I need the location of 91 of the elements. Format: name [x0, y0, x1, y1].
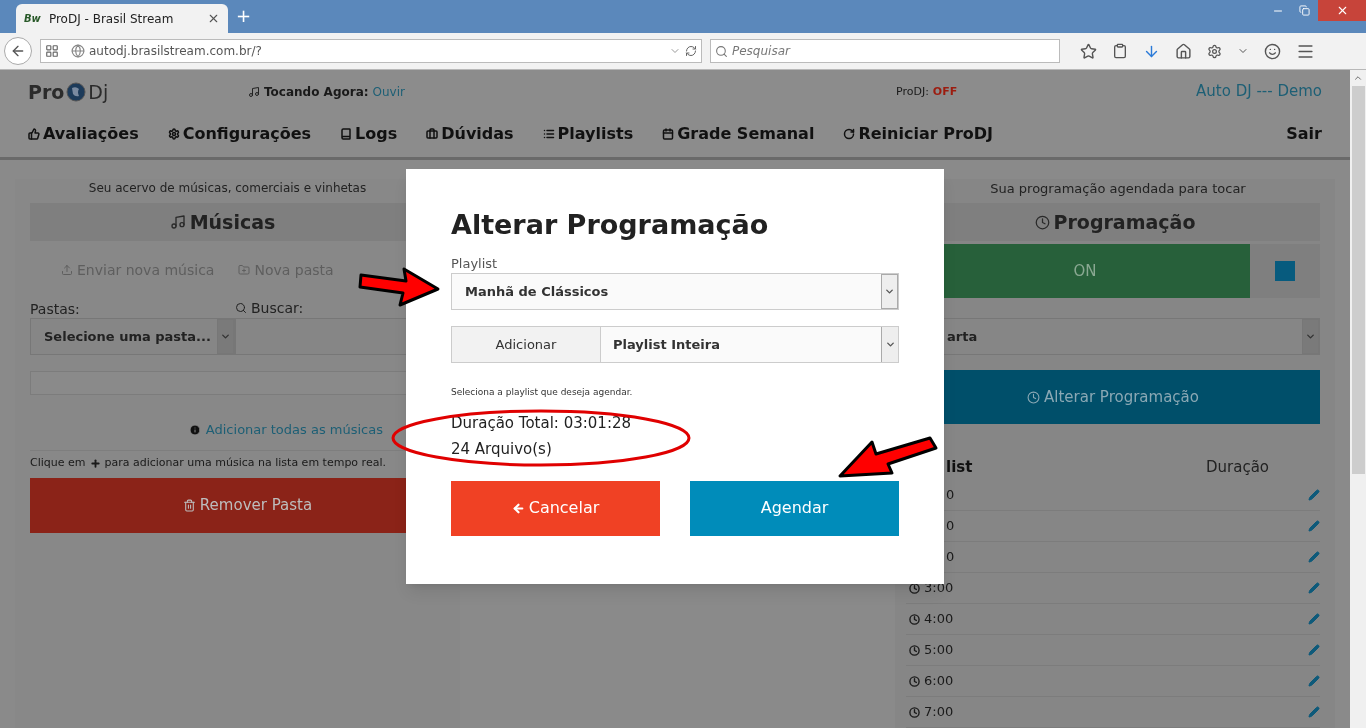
- help-text: Seleciona a playlist que deseja agendar.: [451, 386, 634, 399]
- url-text: autodj.brasilstream.com.br/?: [89, 43, 263, 60]
- logout-link[interactable]: Sair: [1286, 122, 1322, 146]
- hint-text: Clique em: [30, 454, 86, 471]
- hint-text: para adicionar uma música na lista em tempo real.: [104, 454, 386, 471]
- back-button[interactable]: [4, 37, 32, 65]
- time-cell-text: 0: [945, 548, 955, 567]
- dropdown-caret[interactable]: [1302, 319, 1319, 354]
- briefcase-icon: [426, 128, 439, 140]
- clock-icon: [1034, 214, 1050, 230]
- clock-icon: [1027, 390, 1041, 404]
- time-cell-text: 5:00: [924, 641, 954, 660]
- edit-icon[interactable]: [1308, 582, 1320, 594]
- dropdown-caret[interactable]: [881, 274, 898, 309]
- panel-caption: Seu acervo de músicas, comerciais e vinhetas: [87, 180, 368, 197]
- files-count: 24 Arquivo(s): [451, 439, 553, 460]
- tab-title: ProDJ - Brasil Stream: [48, 10, 175, 28]
- time-cell-text: 0: [945, 517, 955, 536]
- new-tab-button[interactable]: +: [236, 2, 252, 29]
- nav-link[interactable]: Reiniciar ProDJ: [843, 122, 993, 146]
- time-cell-text: 0: [945, 486, 955, 505]
- refresh-icon: [843, 128, 856, 140]
- nav-link[interactable]: Avaliações: [28, 122, 139, 146]
- panel-title: Programação: [1053, 209, 1196, 235]
- music-note-icon: [248, 86, 260, 98]
- thumbs-up-icon: [28, 128, 40, 140]
- folders-label: Pastas:: [30, 300, 81, 317]
- close-icon[interactable]: [207, 12, 220, 25]
- edit-icon[interactable]: [1308, 706, 1320, 718]
- smiley-icon[interactable]: [1264, 42, 1281, 60]
- search-placeholder: Pesquisar: [732, 43, 790, 60]
- scrollbar[interactable]: [1350, 70, 1366, 728]
- home-icon[interactable]: [1175, 42, 1192, 60]
- clipboard-icon[interactable]: [1112, 43, 1128, 59]
- dropdown-caret[interactable]: [217, 319, 234, 354]
- edit-icon[interactable]: [1308, 551, 1320, 563]
- search-icon: [235, 302, 247, 314]
- cancel-button[interactable]: Cancelar: [451, 480, 660, 536]
- panel-title: Músicas: [189, 209, 276, 235]
- restore-icon: [1299, 5, 1310, 16]
- nav-link[interactable]: Configurações: [167, 122, 312, 146]
- search-field[interactable]: Pesquisar: [710, 39, 1060, 63]
- column-header: list: [945, 456, 974, 478]
- book-icon: [340, 128, 353, 140]
- panel-caption: Sua programação agendada para tocar: [989, 180, 1247, 198]
- music-note-icon: [169, 214, 186, 230]
- nav-link[interactable]: Playlists: [542, 122, 634, 146]
- info-icon: [188, 423, 201, 436]
- time-cell-text: 7:00: [924, 703, 954, 722]
- close-button[interactable]: [1318, 0, 1366, 21]
- favicon: Bw: [24, 12, 41, 26]
- trash-icon: [182, 499, 196, 512]
- globe-icon: [66, 82, 87, 102]
- bookmark-star-icon[interactable]: [1080, 42, 1097, 60]
- search-icon: [715, 44, 728, 58]
- url-field[interactable]: autodj.brasilstream.com.br/?: [40, 39, 702, 63]
- folder-select[interactable]: Selecione uma pasta...: [30, 318, 235, 355]
- edit-icon[interactable]: [1308, 644, 1320, 656]
- edit-icon[interactable]: [1308, 613, 1320, 625]
- playlist-select[interactable]: Manhã de Clássicos: [451, 273, 899, 310]
- now-playing-label: Tocando Agora:: [264, 84, 369, 101]
- edit-icon[interactable]: [1308, 489, 1320, 501]
- gear-icon[interactable]: [1207, 43, 1222, 59]
- nav-link[interactable]: Logs: [340, 122, 398, 146]
- calendar-icon: [662, 128, 675, 140]
- status-value: OFF: [932, 83, 958, 100]
- nav-link[interactable]: Grade Semanal: [662, 122, 815, 146]
- logo: Pro Dj: [28, 79, 110, 105]
- folder-icon: [238, 264, 251, 276]
- gear-icon: [167, 128, 180, 140]
- status-label: ProDJ:: [895, 83, 929, 100]
- field-label: Playlist: [451, 254, 499, 273]
- edit-icon[interactable]: [1308, 675, 1320, 687]
- plus-icon: [89, 457, 101, 469]
- modal-title: Alterar Programação: [451, 208, 770, 242]
- reload-icon[interactable]: [685, 45, 697, 57]
- globe-icon: [71, 44, 85, 58]
- upload-icon: [61, 264, 73, 276]
- scroll-up-icon[interactable]: [1353, 73, 1363, 83]
- browser-tab[interactable]: Bw ProDJ - Brasil Stream: [16, 4, 228, 33]
- time-cell-text: 6:00: [924, 672, 954, 691]
- edit-icon[interactable]: [1308, 520, 1320, 532]
- grid-icon: [45, 44, 59, 58]
- arrow-left-icon: [511, 501, 525, 515]
- nav-link[interactable]: Dúvidas: [426, 122, 514, 146]
- schedule-button[interactable]: Agendar: [690, 480, 899, 536]
- time-cell-text: 4:00: [924, 610, 954, 629]
- search-label: Buscar:: [235, 299, 304, 317]
- list-icon: [542, 128, 555, 140]
- column-header: Duração: [1206, 456, 1270, 478]
- duration-text: Duração Total: 03:01:28: [451, 412, 633, 434]
